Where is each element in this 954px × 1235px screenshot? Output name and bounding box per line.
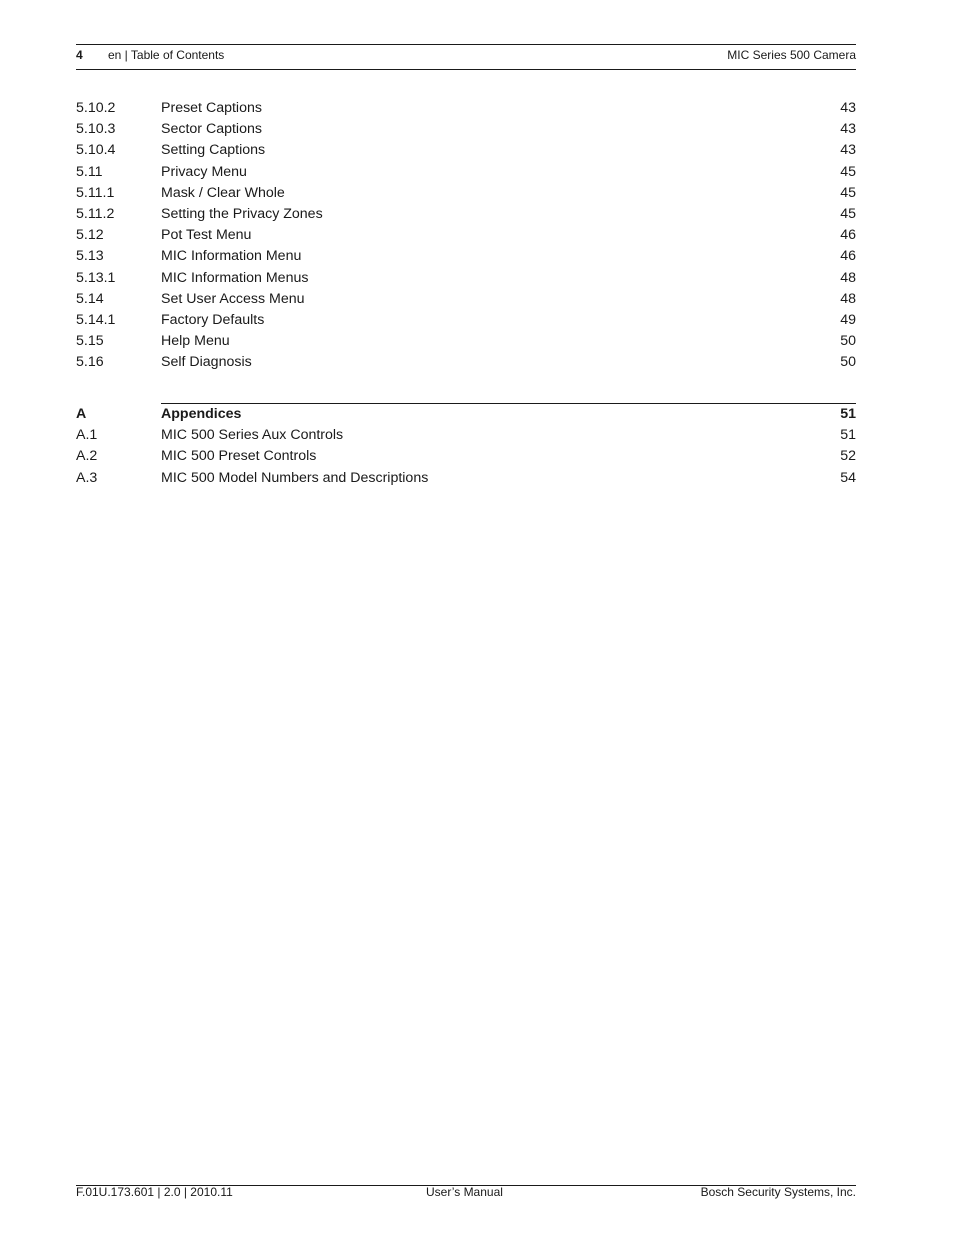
toc-label[interactable]: Setting the Privacy Zones — [161, 204, 323, 225]
toc-number: 5.13 — [76, 248, 104, 265]
toc-page[interactable]: 50 — [840, 352, 856, 373]
toc-page[interactable]: 45 — [840, 183, 856, 204]
toc-chapter-heading[interactable]: A Appendices 51 — [76, 404, 856, 425]
toc-entry[interactable]: A.3 MIC 500 Model Numbers and Description… — [76, 468, 856, 489]
toc-page[interactable]: 48 — [840, 268, 856, 289]
toc-label[interactable]: MIC 500 Series Aux Controls — [161, 425, 343, 446]
toc-number: A — [76, 406, 87, 422]
toc-page[interactable]: 43 — [840, 119, 856, 140]
document-type: User’s Manual — [426, 1185, 503, 1199]
toc-page[interactable]: 51 — [840, 404, 856, 425]
header-rule-bottom — [76, 69, 856, 70]
toc-entry[interactable]: 5.11 Privacy Menu 45 — [76, 162, 856, 183]
header-rule-top — [76, 44, 856, 45]
toc-page[interactable]: 54 — [840, 468, 856, 489]
toc-label[interactable]: Mask / Clear Whole — [161, 183, 285, 204]
toc-page[interactable]: 46 — [840, 225, 856, 246]
toc-label[interactable]: Set User Access Menu — [161, 289, 305, 310]
toc-number: 5.11.1 — [76, 184, 115, 201]
toc-label[interactable]: MIC 500 Preset Controls — [161, 446, 316, 467]
toc-label[interactable]: Sector Captions — [161, 119, 262, 140]
toc-entry[interactable]: 5.10.2 Preset Captions 43 — [76, 98, 856, 119]
company-name: Bosch Security Systems, Inc. — [700, 1185, 856, 1199]
toc-entry[interactable]: 5.11.1 Mask / Clear Whole 45 — [76, 183, 856, 204]
toc-label[interactable]: Privacy Menu — [161, 162, 247, 183]
toc-number: A.1 — [76, 427, 98, 444]
toc-entry[interactable]: 5.11.2 Setting the Privacy Zones 45 — [76, 204, 856, 225]
toc-number: 5.11 — [76, 163, 103, 180]
toc-entry[interactable]: A.1 MIC 500 Series Aux Controls 51 — [76, 425, 856, 446]
toc-page[interactable]: 45 — [840, 162, 856, 183]
toc-list: 5.10.2 Preset Captions 43 5.10.3 Sector Cap… — [76, 98, 856, 373]
page-number: 4 — [76, 48, 83, 62]
toc-number: 5.13.1 — [76, 269, 116, 286]
toc-label[interactable]: Appendices — [161, 404, 241, 425]
toc-number: 5.15 — [76, 333, 104, 350]
toc-page[interactable]: 48 — [840, 289, 856, 310]
document-id: F.01U.173.601 | 2.0 | 2010.11 — [76, 1185, 233, 1199]
toc-number: 5.16 — [76, 354, 104, 371]
toc-entry[interactable]: A.2 MIC 500 Preset Controls 52 — [76, 446, 856, 467]
toc-label[interactable]: MIC Information Menus — [161, 268, 308, 289]
toc-label[interactable]: MIC Information Menu — [161, 246, 301, 267]
toc-label[interactable]: Help Menu — [161, 331, 230, 352]
toc-label[interactable]: Pot Test Menu — [161, 225, 251, 246]
toc-page[interactable]: 50 — [840, 331, 856, 352]
document-title: MIC Series 500 Camera — [727, 48, 856, 62]
toc-entry[interactable]: 5.10.4 Setting Captions 43 — [76, 140, 856, 161]
page-header: 4 en | Table of Contents MIC Series 500 … — [76, 47, 856, 63]
toc-number: 5.11.2 — [76, 205, 115, 222]
toc-label[interactable]: Setting Captions — [161, 140, 265, 161]
toc-page[interactable]: 43 — [840, 98, 856, 119]
toc-label[interactable]: Self Diagnosis — [161, 352, 252, 373]
toc-entry[interactable]: 5.13 MIC Information Menu 46 — [76, 246, 856, 267]
toc-number: A.3 — [76, 469, 98, 486]
toc-entry[interactable]: 5.14 Set User Access Menu 48 — [76, 289, 856, 310]
toc-entry[interactable]: 5.14.1 Factory Defaults 49 — [76, 310, 856, 331]
toc-entry[interactable]: 5.10.3 Sector Captions 43 — [76, 119, 856, 140]
toc-entry[interactable]: 5.16 Self Diagnosis 50 — [76, 352, 856, 373]
toc-label[interactable]: MIC 500 Model Numbers and Descriptions — [161, 468, 428, 489]
toc-number: 5.10.4 — [76, 142, 116, 159]
toc-page[interactable]: 46 — [840, 246, 856, 267]
toc-number: 5.10.3 — [76, 121, 116, 138]
toc-number: 5.10.2 — [76, 100, 116, 116]
toc-number: 5.12 — [76, 227, 104, 244]
toc-page[interactable]: 52 — [840, 446, 856, 467]
toc-entry[interactable]: 5.15 Help Menu 50 — [76, 331, 856, 352]
section-title: en | Table of Contents — [108, 48, 225, 62]
toc-page[interactable]: 49 — [840, 310, 856, 331]
toc-page[interactable]: 51 — [840, 425, 856, 446]
toc-label[interactable]: Factory Defaults — [161, 310, 264, 331]
toc-entry[interactable]: 5.13.1 MIC Information Menus 48 — [76, 268, 856, 289]
toc-number: A.2 — [76, 448, 98, 465]
toc-entry[interactable]: 5.12 Pot Test Menu 46 — [76, 225, 856, 246]
toc-number: 5.14.1 — [76, 311, 116, 328]
toc-label[interactable]: Preset Captions — [161, 98, 262, 119]
toc-page[interactable]: 45 — [840, 204, 856, 225]
toc-page[interactable]: 43 — [840, 140, 856, 161]
toc-number: 5.14 — [76, 290, 104, 307]
page-footer: F.01U.173.601 | 2.0 | 2010.11 User’s Man… — [76, 1185, 856, 1201]
